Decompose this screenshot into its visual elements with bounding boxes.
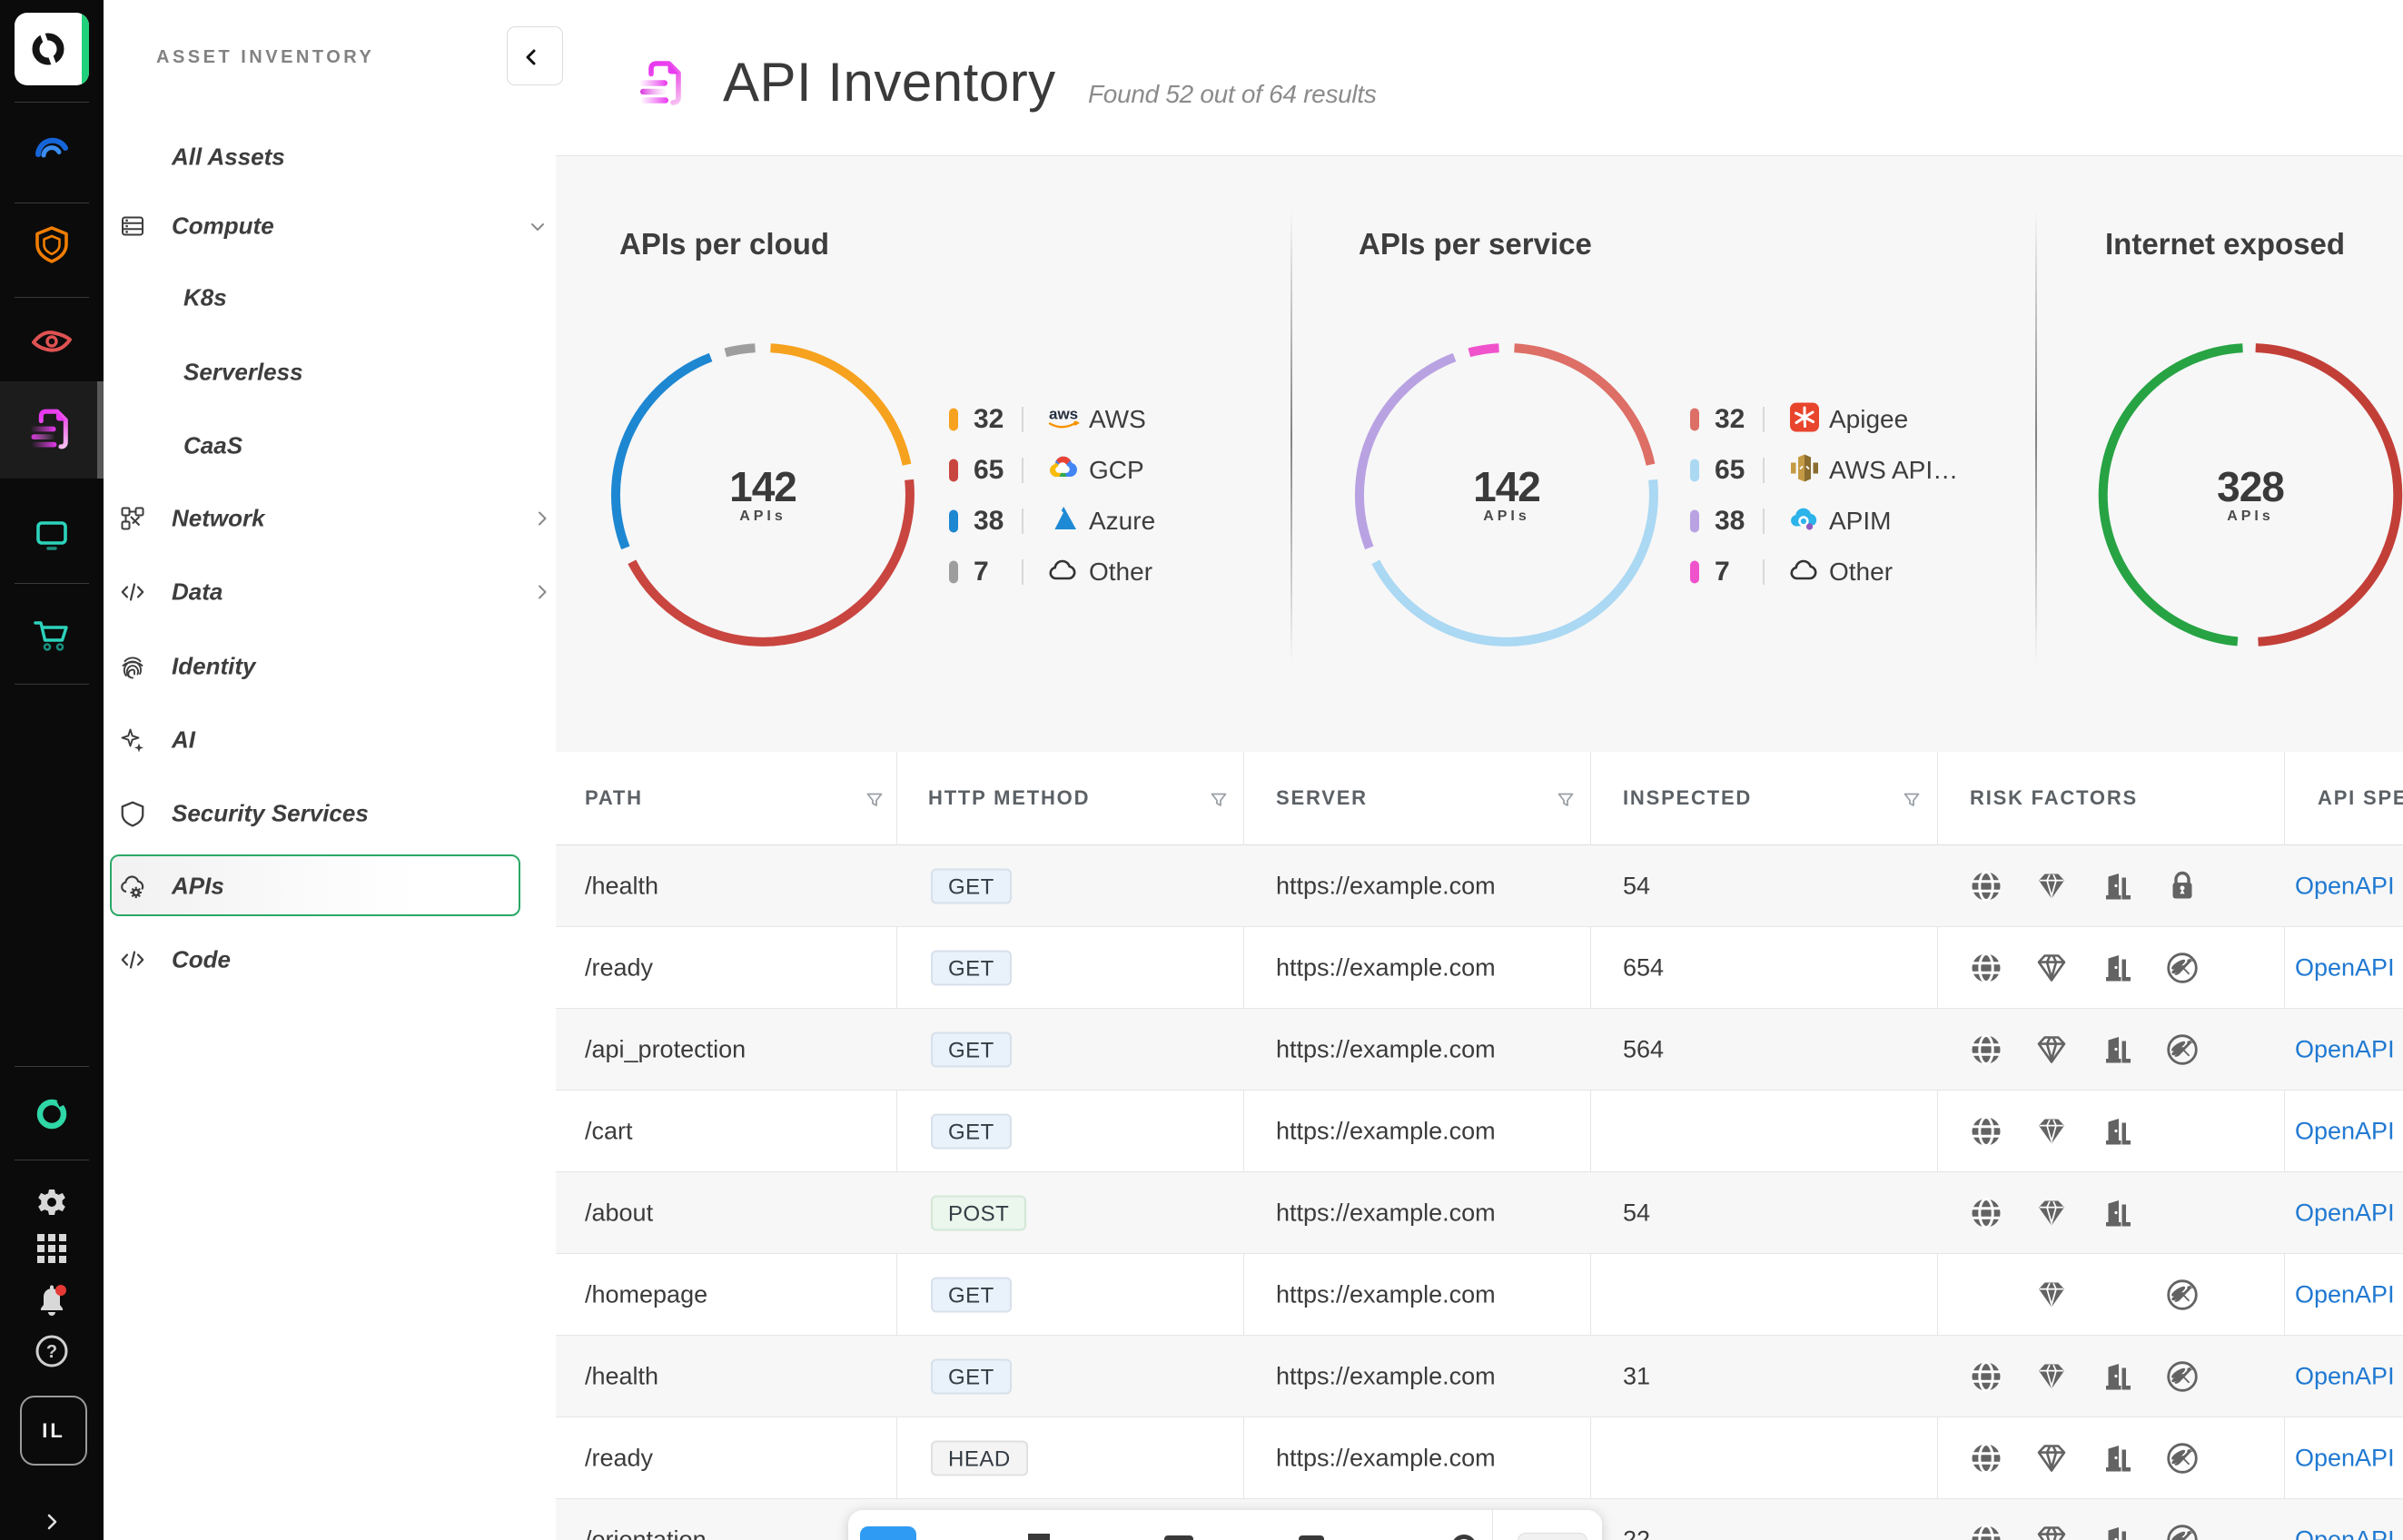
svg-text:?: ? bbox=[46, 1342, 57, 1362]
